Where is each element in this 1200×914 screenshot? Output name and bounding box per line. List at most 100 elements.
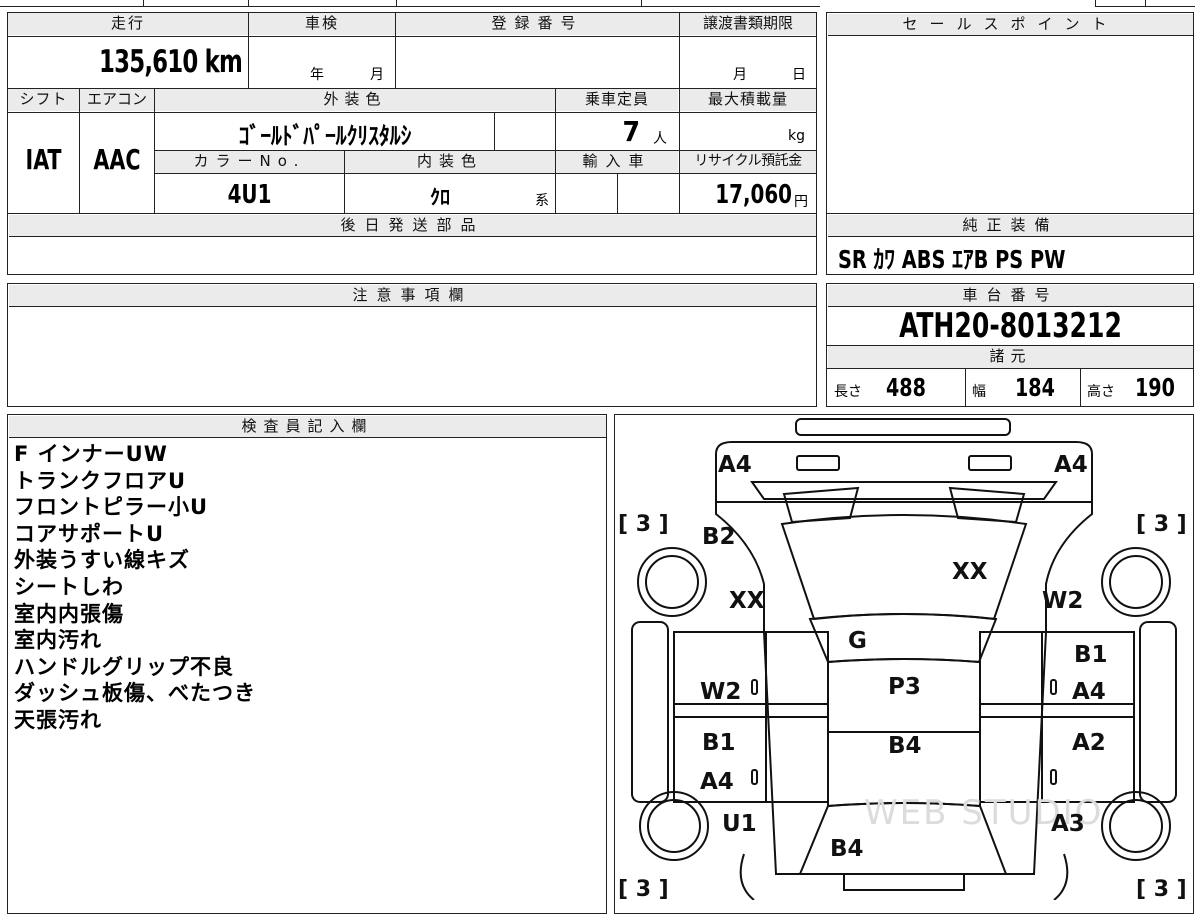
mark-right-quarter: A3 <box>1051 811 1085 837</box>
mark-left-quarter: U1 <box>722 811 757 837</box>
front-left-wheel-shape <box>637 547 707 617</box>
capacity-value: 7 <box>622 115 640 148</box>
mark-rear-roof: B4 <box>888 733 922 759</box>
sales-point-box <box>826 12 1194 214</box>
mark-back-door: B4 <box>830 836 864 862</box>
inspector-note-item: ハンドルグリップ不良 <box>14 654 234 679</box>
capacity-unit: 人 <box>653 131 667 147</box>
height-label: 高さ <box>1087 384 1115 400</box>
mark-left-front-fender: B2 <box>702 524 736 550</box>
top-edge-tick <box>641 0 642 7</box>
mark-front-right-corner: A4 <box>1054 452 1088 478</box>
interior-color-suffix: 系 <box>535 193 549 209</box>
inspector-note-item: シートしわ <box>14 574 124 599</box>
length-label: 長さ <box>834 384 862 400</box>
genuine-equipment-value: SR ｶﾜ ABS ｴｱB PS PW <box>838 245 1066 274</box>
divider <box>155 173 816 174</box>
inspection-month-label: 月 <box>370 67 384 83</box>
top-edge-tick <box>143 0 144 7</box>
mark-left-rear-door-1: B1 <box>702 730 736 756</box>
divider <box>395 13 396 88</box>
chassis-header: 車台番号 <box>828 285 1193 307</box>
divider <box>8 36 816 37</box>
top-edge-tick <box>1095 0 1096 7</box>
exterior-color-value: ｺﾞｰﾙﾄﾞﾊﾟｰﾙｸﾘｽﾀﾙｼ <box>238 122 412 150</box>
rear-right-wheel-shape <box>1101 791 1171 861</box>
transfer-day-label: 日 <box>792 67 806 83</box>
mileage-value: 135,610 km <box>99 44 243 80</box>
divider <box>248 13 249 88</box>
import-header: 輸入車 <box>556 151 678 173</box>
transfer-deadline-header: 譲渡書類期限 <box>680 13 816 35</box>
mileage-header: 走行 <box>8 13 248 35</box>
color-no-header: カラーNo. <box>155 151 344 173</box>
left-step-shape <box>631 621 669 803</box>
mark-right-front-door-2: A4 <box>1072 679 1106 705</box>
inspection-header: 車検 <box>249 13 395 35</box>
capacity-header: 乗車定員 <box>556 89 678 111</box>
right-headlamp-shape <box>968 455 1012 471</box>
shift-header: シフト <box>8 89 79 111</box>
divider <box>679 13 680 88</box>
interior-color-header: 内装色 <box>345 151 555 173</box>
recycle-deposit-value: 17,060 <box>715 180 792 210</box>
sales-point-header: セールスポイント <box>828 14 1193 36</box>
top-edge-tick <box>396 0 397 7</box>
caution-header: 注意事項欄 <box>9 285 816 307</box>
tire-label-rear-left: [ 3 ] <box>618 877 669 900</box>
mark-right-front-door-1: B1 <box>1074 642 1108 668</box>
mark-roof: P3 <box>888 674 921 700</box>
max-load-header: 最大積載量 <box>680 89 816 111</box>
inspector-notes-list: F インナーUW トランクフロアU フロントピラー小U コアサポートU 外装うすい線キズ… <box>14 441 594 734</box>
shift-value: IAT <box>25 143 62 176</box>
top-edge-tick <box>248 0 249 7</box>
top-edge-tick <box>1145 0 1146 7</box>
transfer-month-label: 月 <box>733 67 747 83</box>
recycle-unit: 円 <box>794 194 808 210</box>
color-no-value: 4U1 <box>227 180 272 210</box>
dimensions-header: 諸元 <box>828 346 1193 368</box>
inspector-note-item: トランクフロアU <box>14 468 187 493</box>
divider <box>494 113 495 150</box>
aircon-value: AAC <box>93 143 141 176</box>
max-load-unit: kg <box>788 128 805 144</box>
right-step-shape <box>1139 621 1177 803</box>
divider <box>8 112 816 113</box>
mark-right-rear-door: A2 <box>1072 730 1106 756</box>
tire-label-front-right: [ 3 ] <box>1136 512 1187 537</box>
top-edge-line <box>0 6 820 7</box>
mark-right-front-fender: W2 <box>1042 588 1083 614</box>
inspector-note-item: F インナーUW <box>14 442 168 466</box>
divider <box>617 173 618 213</box>
inspector-note-item: 室内汚れ <box>14 628 102 653</box>
divider <box>827 368 1193 369</box>
interior-color-value: ｸﾛ <box>430 185 450 209</box>
mark-windshield: G <box>848 628 867 654</box>
front-panel-shape <box>715 441 1093 503</box>
inspector-note-item: フロントピラー小U <box>14 495 209 520</box>
chassis-number-value: ATH20-8013212 <box>899 306 1122 346</box>
mark-left-front-door: W2 <box>700 679 741 705</box>
width-value: 184 <box>1015 373 1055 402</box>
aircon-header: エアコン <box>80 89 154 111</box>
inspector-note-item: 室内内張傷 <box>14 601 124 626</box>
later-parts-header: 後日発送部品 <box>9 215 816 237</box>
mark-front-left-corner: A4 <box>718 452 752 478</box>
grille-shape <box>750 481 1058 500</box>
car-damage-diagram: WEB STUDIO [ 3 ] [ 3 ] [ 3 ] [ 3 ] A4 A4… <box>618 418 1187 900</box>
inspector-notes-header: 検査員記入欄 <box>9 416 606 438</box>
tire-label-rear-right: [ 3 ] <box>1136 877 1187 900</box>
recycle-header: リサイクル預託金 <box>680 151 816 173</box>
divider <box>1080 369 1081 407</box>
divider <box>79 89 80 213</box>
exterior-color-header: 外装色 <box>155 89 555 111</box>
front-bumper-shape <box>795 418 1011 436</box>
length-value: 488 <box>886 373 926 402</box>
inspection-year-label: 年 <box>310 67 324 83</box>
width-label: 幅 <box>972 384 986 400</box>
inspector-note-item: ダッシュ板傷、べたつき <box>14 681 256 706</box>
front-right-wheel-shape <box>1101 547 1171 617</box>
inspector-note-item: 外装うすい線キズ <box>14 548 190 573</box>
genuine-equipment-header: 純正装備 <box>828 215 1193 237</box>
mark-left-front-fender-2: XX <box>729 588 765 614</box>
